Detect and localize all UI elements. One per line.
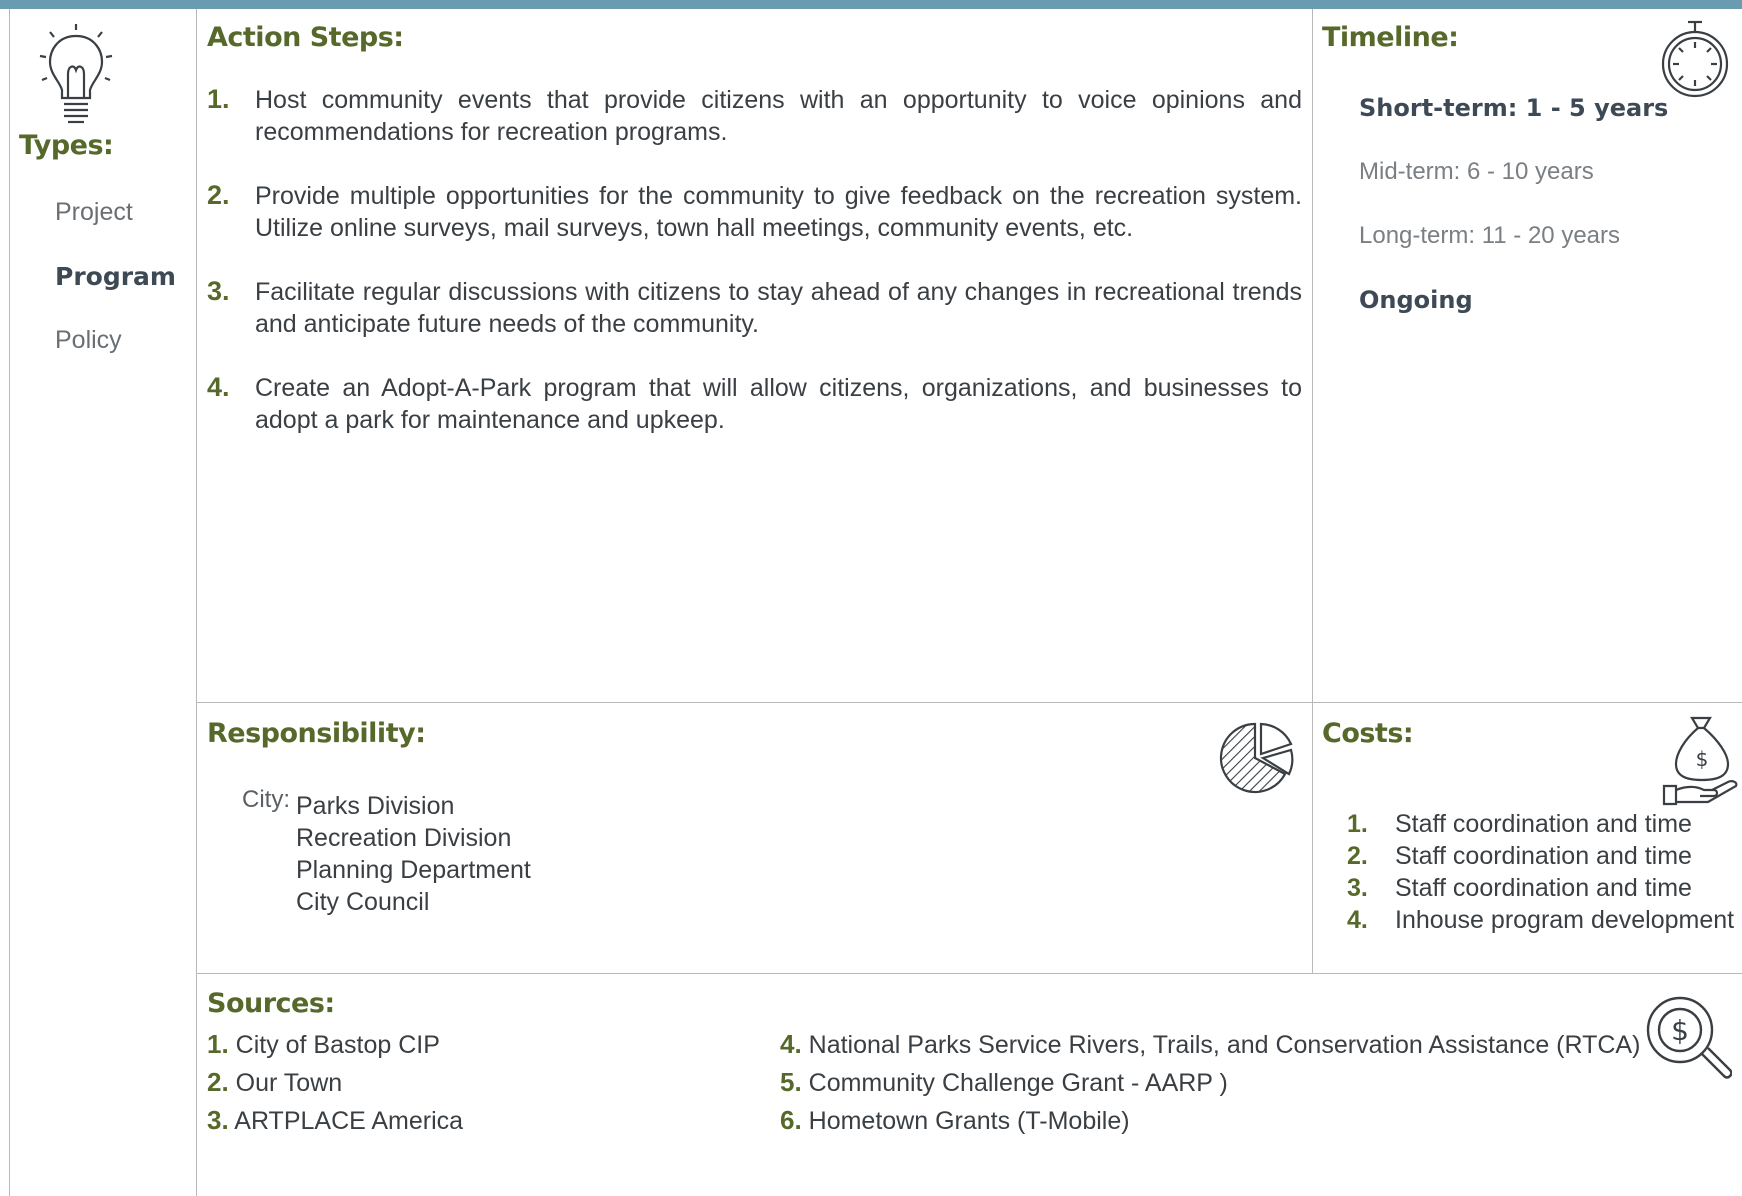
source-item: 5. Community Challenge Grant - AARP ) — [780, 1067, 1228, 1098]
source-text: Community Challenge Grant - AARP ) — [808, 1069, 1228, 1097]
timeline-divider — [1312, 9, 1313, 974]
source-text: Hometown Grants (T-Mobile) — [808, 1107, 1130, 1135]
left-border — [9, 9, 10, 1196]
responsibility-item: Planning Department — [296, 856, 531, 884]
source-item: 2. Our Town — [207, 1067, 342, 1098]
cost-text: Inhouse program development — [1395, 906, 1735, 934]
source-item: 4. National Parks Service Rivers, Trails… — [780, 1029, 1640, 1060]
cost-text: Staff coordination and time — [1395, 874, 1692, 902]
cost-item: 2. Staff coordination and time — [1347, 842, 1692, 871]
action-step-number: 3. — [207, 276, 230, 306]
types-heading: Types: — [19, 130, 114, 161]
top-accent-bar — [0, 0, 1742, 9]
money-bag-hand-icon: $ — [1662, 716, 1738, 806]
source-number: 6. — [780, 1105, 802, 1135]
source-number: 5. — [780, 1067, 802, 1097]
action-step-text: Create an Adopt-A-Park program that will… — [255, 374, 1302, 434]
responsibility-item: Recreation Division — [296, 824, 512, 852]
source-text: ARTPLACE America — [234, 1107, 464, 1135]
type-project: Project — [55, 198, 133, 226]
dollar-search-icon: $ — [1646, 996, 1732, 1079]
source-text: National Parks Service Rivers, Trails, a… — [808, 1031, 1641, 1059]
cost-number: 3. — [1347, 874, 1368, 902]
type-program: Program — [55, 262, 176, 291]
action-step-number: 4. — [207, 372, 230, 402]
source-item: 3. ARTPLACE America — [207, 1105, 463, 1136]
sources-heading: Sources: — [207, 988, 335, 1019]
cost-text: Staff coordination and time — [1395, 810, 1692, 838]
source-number: 3. — [207, 1105, 229, 1135]
responsibility-heading: Responsibility: — [207, 718, 426, 749]
cost-item: 1. Staff coordination and time — [1347, 810, 1692, 839]
cost-item: 3. Staff coordination and time — [1347, 874, 1692, 903]
action-step: 1. Host community events that provide ci… — [207, 84, 1302, 148]
cost-item: 4. Inhouse program development — [1347, 906, 1734, 935]
source-text: Our Town — [235, 1069, 343, 1097]
costs-heading: Costs: — [1322, 718, 1414, 749]
source-item: 6. Hometown Grants (T-Mobile) — [780, 1105, 1130, 1136]
timeline-mid-term: Mid-term: 6 - 10 years — [1359, 158, 1594, 185]
source-text: City of Bastop CIP — [235, 1031, 440, 1059]
sources-divider — [196, 973, 1742, 974]
cost-number: 4. — [1347, 906, 1368, 934]
source-number: 2. — [207, 1067, 229, 1097]
action-step: 3. Facilitate regular discussions with c… — [207, 276, 1302, 340]
source-number: 4. — [780, 1029, 802, 1059]
pie-chart-icon — [1219, 722, 1294, 794]
svg-text:$: $ — [1696, 747, 1709, 771]
cost-text: Staff coordination and time — [1395, 842, 1692, 870]
timeline-ongoing: Ongoing — [1359, 286, 1473, 314]
cost-number: 2. — [1347, 842, 1368, 870]
action-step-text: Facilitate regular discussions with citi… — [255, 278, 1302, 338]
responsibility-city-label: City: — [242, 786, 290, 813]
timeline-short-term: Short-term: 1 - 5 years — [1359, 94, 1669, 122]
action-step: 4. Create an Adopt-A-Park program that w… — [207, 372, 1302, 436]
timeline-heading: Timeline: — [1322, 22, 1459, 53]
type-policy: Policy — [55, 326, 122, 354]
action-steps-heading: Action Steps: — [207, 22, 404, 53]
svg-text:$: $ — [1671, 1014, 1689, 1047]
lightbulb-icon — [39, 24, 113, 124]
middle-divider — [196, 702, 1742, 703]
source-number: 1. — [207, 1029, 229, 1059]
cost-number: 1. — [1347, 810, 1368, 838]
types-divider — [196, 9, 197, 1196]
timeline-long-term: Long-term: 11 - 20 years — [1359, 222, 1621, 249]
action-step: 2. Provide multiple opportunities for th… — [207, 180, 1302, 244]
stopwatch-icon — [1661, 20, 1729, 98]
action-step-number: 1. — [207, 84, 230, 114]
action-step-text: Provide multiple opportunities for the c… — [255, 182, 1302, 242]
responsibility-item: Parks Division — [296, 792, 455, 820]
responsibility-item: City Council — [296, 888, 430, 916]
source-item: 1. City of Bastop CIP — [207, 1029, 440, 1060]
action-step-number: 2. — [207, 180, 230, 210]
action-step-text: Host community events that provide citiz… — [255, 86, 1302, 146]
